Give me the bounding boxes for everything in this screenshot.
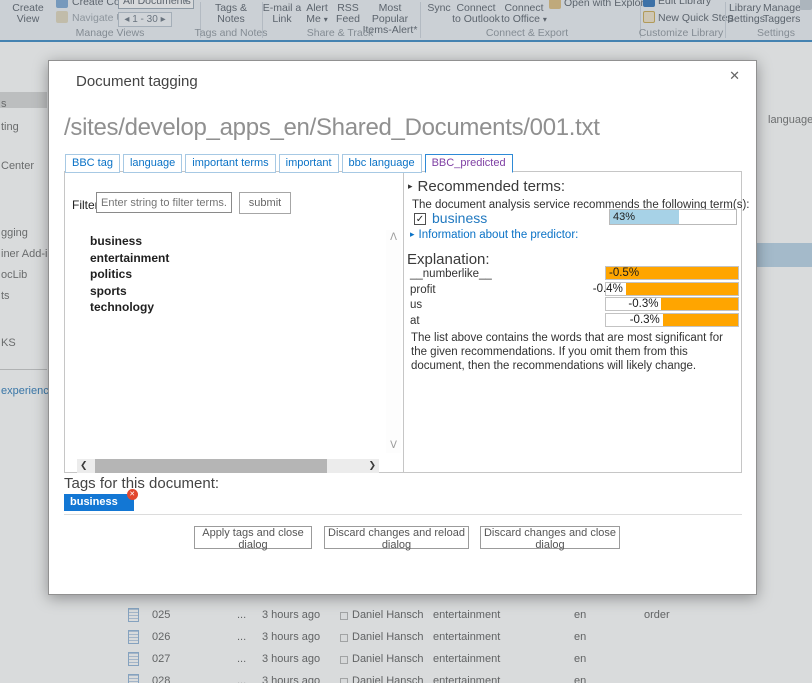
panel-divider	[403, 172, 404, 472]
explanation-bar: -0.5%	[605, 266, 739, 280]
term-checkbox[interactable]: ✓	[414, 213, 426, 225]
remove-tag-icon[interactable]: ✕	[127, 489, 138, 500]
explanation-heading: Explanation:	[407, 251, 490, 268]
scroll-left-icon[interactable]: ❮	[80, 460, 88, 471]
screen: Create View Create Column All Documents▼…	[0, 0, 812, 683]
collapse-arrow-icon[interactable]: ▸	[408, 181, 413, 191]
explanation-word: us	[410, 299, 422, 311]
scrollbar-thumb[interactable]	[95, 459, 327, 473]
explanation-word: profit	[410, 284, 436, 296]
explanation-bar-fill	[663, 314, 738, 326]
tag-set-tabs: BBC taglanguageimportant termsimportantb…	[65, 154, 513, 173]
tab-language[interactable]: language	[123, 154, 182, 173]
document-tagging-dialog: ✕ Document tagging /sites/develop_apps_e…	[48, 60, 757, 595]
apply-tags-and-close-dialog-button[interactable]: Apply tags and close dialog	[194, 526, 312, 549]
explanation-bar-value: -0.5%	[609, 267, 639, 279]
tab-bbc-tag[interactable]: BBC tag	[65, 154, 120, 173]
term-list-item[interactable]: entertainment	[90, 251, 169, 265]
confidence-label: 43%	[613, 211, 635, 223]
dialog-content-box: Filter: submit businessentertainmentpoli…	[64, 171, 742, 473]
dialog-divider	[64, 514, 742, 515]
scroll-right-icon[interactable]: ❯	[368, 460, 376, 471]
explanation-bar: -0.4%	[605, 282, 739, 296]
explanation-bar: -0.3%	[605, 313, 739, 327]
tab-important-terms[interactable]: important terms	[185, 154, 275, 173]
explanation-word: __numberlike__	[410, 268, 492, 280]
term-list-item[interactable]: technology	[90, 300, 154, 314]
document-tag[interactable]: business✕	[64, 494, 134, 511]
discard-changes-and-close-dialog-button[interactable]: Discard changes and close dialog	[480, 526, 620, 549]
recommended-terms-heading: ▸ Recommended terms:	[408, 178, 565, 195]
explanation-bar-value: -0.4%	[593, 283, 623, 295]
explanation-bar-fill	[661, 298, 738, 310]
document-path: /sites/develop_apps_en/Shared_Documents/…	[64, 114, 749, 142]
term-list-item[interactable]: sports	[90, 284, 127, 298]
explanation-bar-value: -0.3%	[628, 298, 658, 310]
explanation-bar: -0.3%	[605, 297, 739, 311]
scroll-up-icon[interactable]: ᐱ	[386, 232, 401, 243]
discard-changes-and-reload-dialog-button[interactable]: Discard changes and reload dialog	[324, 526, 469, 549]
dialog-title: Document tagging	[76, 73, 198, 90]
recommended-terms-text: Recommended terms:	[418, 178, 566, 195]
explanation-bar-fill	[626, 283, 738, 295]
filter-input[interactable]	[96, 192, 232, 213]
close-icon[interactable]: ✕	[729, 68, 740, 84]
predictor-info-link[interactable]: ▸ Information about the predictor:	[410, 229, 578, 241]
tab-important[interactable]: important	[279, 154, 339, 173]
confidence-bar: 43%	[609, 209, 737, 225]
horizontal-scrollbar[interactable]: ❮ ❯	[77, 459, 379, 473]
term-list-item[interactable]: politics	[90, 267, 132, 281]
scroll-down-icon[interactable]: ᐯ	[386, 440, 401, 451]
filter-submit-button[interactable]: submit	[239, 192, 291, 214]
explanation-word: at	[410, 315, 420, 327]
vertical-scrollbar[interactable]: ᐱ ᐯ	[386, 230, 401, 453]
collapse-arrow-icon: ▸	[410, 229, 415, 239]
predictor-link-text: Information about the predictor:	[419, 229, 579, 241]
explanation-bar-value: -0.3%	[630, 314, 660, 326]
recommended-term-label[interactable]: business	[432, 210, 487, 226]
term-list-item[interactable]: business	[90, 234, 142, 248]
tab-bbc-predicted[interactable]: BBC_predicted	[425, 154, 513, 173]
explanation-note: The list above contains the words that a…	[411, 331, 741, 373]
tags-heading: Tags for this document:	[64, 475, 219, 492]
tab-bbc-language[interactable]: bbc language	[342, 154, 422, 173]
